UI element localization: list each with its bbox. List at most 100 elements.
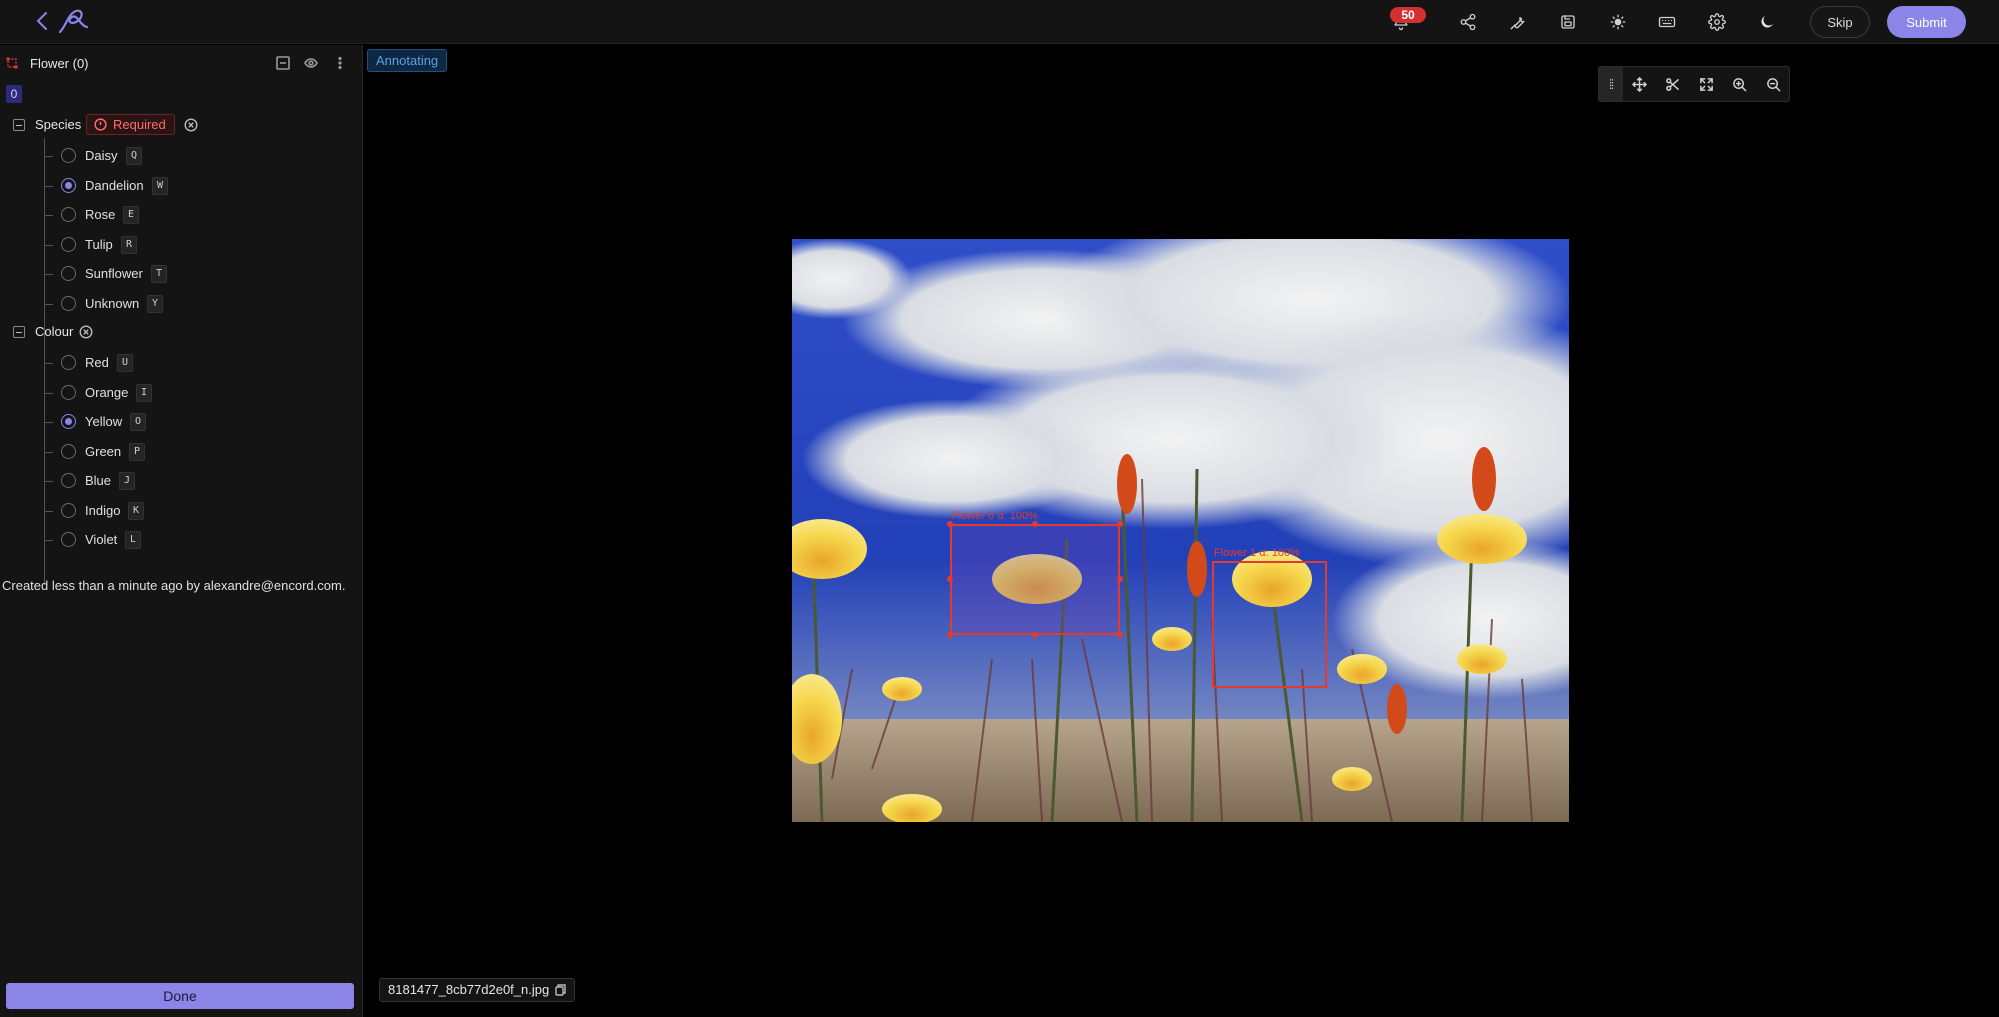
- submit-button[interactable]: Submit: [1887, 6, 1966, 38]
- hotkey-badge: P: [129, 442, 146, 461]
- resize-handle[interactable]: [1032, 521, 1038, 527]
- tree-connector: [44, 363, 53, 364]
- clear-species-icon[interactable]: [184, 118, 198, 132]
- option-label: Sunflower: [85, 266, 143, 281]
- collapse-species-icon[interactable]: [13, 119, 25, 131]
- radio-button[interactable]: [61, 355, 76, 370]
- hotkey-badge: E: [123, 206, 140, 224]
- tree-connector: [44, 540, 53, 541]
- hotkey-badge: J: [119, 472, 136, 490]
- resize-handle[interactable]: [947, 521, 953, 527]
- radio-option[interactable]: Red U: [0, 351, 363, 375]
- collapse-all-icon[interactable]: [276, 56, 292, 72]
- tree-connector: [44, 422, 53, 423]
- radio-option[interactable]: Orange I: [0, 381, 363, 405]
- option-label: Yellow: [85, 414, 123, 429]
- bounding-box-flower-0[interactable]: [950, 524, 1120, 635]
- visibility-icon[interactable]: [304, 56, 320, 72]
- hotkey-badge: O: [130, 413, 147, 431]
- radio-option[interactable]: Rose E: [0, 203, 363, 227]
- tree-connector: [44, 303, 53, 305]
- status-badge: Annotating: [367, 49, 448, 72]
- radio-button[interactable]: [61, 207, 76, 222]
- scissors-icon[interactable]: [1656, 67, 1688, 101]
- option-label: Dandelion: [85, 177, 144, 193]
- object-index-badge: 0: [6, 85, 22, 103]
- logo-icon: [58, 9, 89, 34]
- radio-button[interactable]: [61, 295, 76, 311]
- radio-button[interactable]: [61, 473, 76, 488]
- option-label: Orange: [85, 384, 129, 400]
- radio-button[interactable]: [61, 532, 76, 547]
- tree-connector: [44, 481, 53, 482]
- option-label: Rose: [85, 207, 116, 222]
- save-icon[interactable]: [1557, 11, 1579, 33]
- option-label: Blue: [85, 473, 112, 488]
- radio-option[interactable]: Unknown Y: [0, 292, 363, 316]
- clear-colour-icon[interactable]: [79, 325, 93, 339]
- option-label: Violet: [85, 532, 118, 547]
- radio-button[interactable]: [61, 443, 76, 459]
- resize-handle[interactable]: [947, 632, 953, 638]
- copy-icon[interactable]: [555, 984, 566, 996]
- radio-option[interactable]: Yellow O: [0, 410, 363, 434]
- option-label: Indigo: [85, 502, 121, 518]
- settings-icon[interactable]: [1706, 11, 1728, 33]
- move-icon[interactable]: [1623, 67, 1655, 101]
- dark-mode-icon[interactable]: [1756, 11, 1778, 33]
- object-header[interactable]: Flower (0): [0, 53, 363, 75]
- radio-option[interactable]: Indigo K: [0, 499, 363, 523]
- radio-option[interactable]: Blue J: [0, 469, 363, 493]
- radio-option[interactable]: Violet L: [0, 528, 363, 552]
- annotation-image[interactable]: Flower 0 α: 100% Flower 1 α: 100%: [792, 239, 1569, 822]
- zoom-out-icon[interactable]: [1757, 67, 1789, 101]
- colour-title: Colour: [35, 324, 74, 339]
- species-section-header: Species Required: [0, 114, 363, 138]
- drag-handle-icon[interactable]: [1599, 67, 1623, 101]
- resize-handle[interactable]: [1117, 576, 1123, 582]
- radio-button[interactable]: [61, 384, 76, 400]
- bounding-box-icon: [6, 57, 18, 69]
- radio-option[interactable]: Daisy Q: [0, 144, 363, 168]
- keyboard-icon[interactable]: [1656, 11, 1678, 33]
- radio-button[interactable]: [61, 236, 76, 252]
- more-options-icon[interactable]: [333, 56, 349, 72]
- radio-button[interactable]: [61, 502, 76, 518]
- colour-section-header: Colour: [0, 321, 363, 345]
- back-icon[interactable]: [34, 10, 50, 32]
- hotkey-badge: L: [125, 531, 142, 549]
- bounding-box-flower-1[interactable]: [1212, 561, 1327, 688]
- tools-icon[interactable]: [1507, 11, 1529, 33]
- created-info: Created less than a minute ago by alexan…: [2, 578, 346, 593]
- radio-option[interactable]: Dandelion W: [0, 174, 363, 198]
- radio-option[interactable]: Sunflower T: [0, 262, 363, 286]
- resize-handle[interactable]: [947, 576, 953, 582]
- tree-connector: [44, 215, 53, 216]
- skip-button[interactable]: Skip: [1810, 6, 1870, 38]
- required-badge: Required: [86, 114, 175, 135]
- hotkey-badge: T: [151, 265, 168, 283]
- share-icon[interactable]: [1457, 11, 1479, 33]
- resize-handle[interactable]: [1032, 632, 1038, 638]
- resize-handle[interactable]: [1117, 632, 1123, 638]
- radio-button[interactable]: [61, 148, 76, 163]
- filename-badge: 8181477_8cb77d2e0f_n.jpg: [379, 978, 576, 1002]
- object-title: Flower (0): [30, 56, 89, 71]
- option-label: Tulip: [85, 236, 113, 252]
- done-button[interactable]: Done: [6, 983, 354, 1009]
- collapse-colour-icon[interactable]: [13, 326, 25, 338]
- radio-button[interactable]: [61, 414, 76, 429]
- radio-button[interactable]: [61, 266, 76, 281]
- resize-handle[interactable]: [1117, 521, 1123, 527]
- radio-option[interactable]: Tulip R: [0, 233, 363, 257]
- radio-option[interactable]: Green P: [0, 440, 363, 464]
- bbox-label-flower-1: Flower 1 α: 100%: [1214, 547, 1300, 559]
- canvas-toolbar: [1598, 66, 1790, 102]
- tree-connector: [44, 156, 53, 157]
- brightness-icon[interactable]: [1607, 11, 1629, 33]
- option-label: Green: [85, 443, 122, 459]
- zoom-in-icon[interactable]: [1723, 67, 1755, 101]
- radio-button[interactable]: [61, 177, 76, 193]
- hotkey-badge: R: [121, 235, 138, 254]
- fit-screen-icon[interactable]: [1690, 67, 1722, 101]
